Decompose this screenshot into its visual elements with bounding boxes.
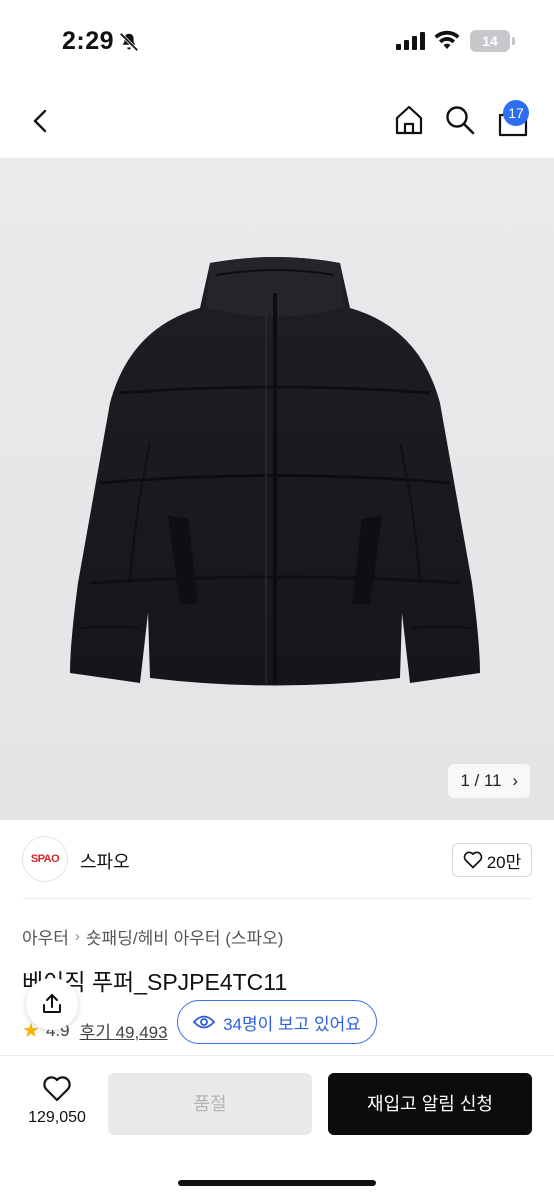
wishlist-count: 129,050 <box>28 1109 86 1126</box>
brand-like-button[interactable]: 20만 <box>452 843 532 877</box>
product-image-gallery[interactable]: 1 / 11 › <box>0 158 554 820</box>
chevron-right-icon: › <box>512 771 518 790</box>
restock-alert-button[interactable]: 재입고 알림 신청 <box>328 1073 532 1135</box>
nav-bar <box>0 86 554 158</box>
heart-icon <box>463 851 482 869</box>
bottom-divider <box>0 1055 554 1056</box>
brand-like-count: 20만 <box>486 852 522 872</box>
viewers-text: 34명이 보고 있어요 <box>223 1014 361 1034</box>
divider <box>22 898 532 899</box>
brand-logo-text: SPAO <box>30 853 60 865</box>
battery-icon: 14 <box>470 30 510 52</box>
status-time: 2:29 <box>62 27 115 55</box>
search-icon[interactable] <box>444 104 476 136</box>
signal-icon <box>396 32 425 50</box>
wifi-icon <box>434 30 460 49</box>
viewers-badge: 34명이 보고 있어요 <box>177 1000 377 1044</box>
eye-icon <box>193 1015 216 1029</box>
share-icon <box>43 994 61 1013</box>
product-image <box>70 257 480 686</box>
breadcrumb: 아우터 › 숏패딩/헤비 아우터 (스파오) <box>22 924 283 949</box>
brand-logo[interactable]: SPAO <box>22 836 68 882</box>
bell-slash-icon <box>119 32 139 52</box>
breadcrumb-item[interactable]: 숏패딩/헤비 아우터 (스파오) <box>86 924 284 949</box>
soldout-button[interactable]: 품절 <box>108 1073 312 1135</box>
pager-text: 1 / 11 <box>460 771 502 790</box>
cart-count-badge[interactable]: 17 <box>503 100 529 126</box>
wishlist-button[interactable]: 129,050 <box>20 1075 94 1127</box>
back-icon[interactable] <box>26 106 56 136</box>
heart-icon <box>43 1076 71 1102</box>
image-pager[interactable]: 1 / 11 › <box>448 764 530 798</box>
reviews-link[interactable]: 후기 49,493 <box>80 1018 168 1043</box>
breadcrumb-item[interactable]: 아우터 <box>22 924 69 949</box>
status-bar: 2:29 14 <box>0 0 554 86</box>
battery-tip <box>512 37 515 45</box>
home-icon[interactable] <box>392 103 426 137</box>
chevron-right-icon: › <box>74 928 80 945</box>
share-button[interactable] <box>26 978 78 1030</box>
battery-level: 14 <box>482 33 498 49</box>
brand-name[interactable]: 스파오 <box>80 848 130 874</box>
home-indicator <box>178 1180 376 1186</box>
